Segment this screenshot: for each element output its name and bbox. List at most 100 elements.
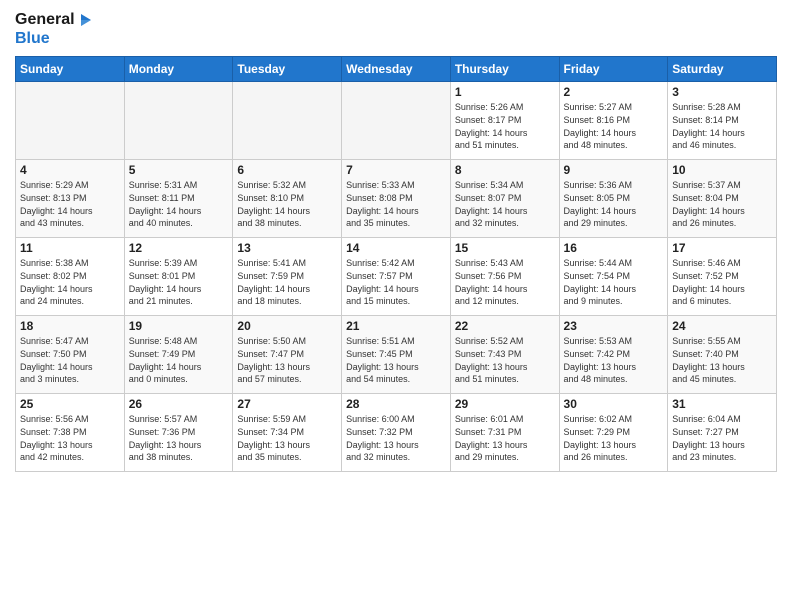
day-info: Sunrise: 5:31 AM Sunset: 8:11 PM Dayligh… (129, 179, 229, 229)
table-row: 13Sunrise: 5:41 AM Sunset: 7:59 PM Dayli… (233, 238, 342, 316)
table-row: 21 Sunrise: 5:51 AM Sunset: 7:45 PM Dayli… (342, 316, 451, 394)
table-row: 17Sunrise: 5:46 AM Sunset: 7:52 PM Dayli… (668, 238, 777, 316)
day-info: Sunrise: 6:00 AM Sunset: 7:32 PM Dayligh… (346, 413, 446, 463)
calendar-table: Sunday Monday Tuesday Wednesday Thursday… (15, 56, 777, 472)
day-info: Sunrise: 5:26 AM Sunset: 8:17 PM Dayligh… (455, 101, 555, 151)
table-row: 31Sunrise: 6:04 AM Sunset: 7:27 PM Dayli… (668, 394, 777, 472)
table-row: 5 Sunrise: 5:31 AM Sunset: 8:11 PM Daylig… (124, 160, 233, 238)
table-row: 25 Sunrise: 5:56 AM Sunset: 7:38 PM Dayli… (16, 394, 125, 472)
day-number: 21 (346, 319, 446, 333)
logo: General Blue (15, 10, 95, 48)
day-info: Sunrise: 5:51 AM Sunset: 7:45 PM Dayligh… (346, 335, 446, 385)
day-info: Sunrise: 5:57 AM Sunset: 7:36 PM Dayligh… (129, 413, 229, 463)
table-row: 18 Sunrise: 5:47 AM Sunset: 7:50 PM Dayli… (16, 316, 125, 394)
table-row: 27 Sunrise: 5:59 AM Sunset: 7:34 PM Dayli… (233, 394, 342, 472)
calendar-week-row: 25 Sunrise: 5:56 AM Sunset: 7:38 PM Dayli… (16, 394, 777, 472)
weekday-header-row: Sunday Monday Tuesday Wednesday Thursday… (16, 57, 777, 82)
table-row: 29Sunrise: 6:01 AM Sunset: 7:31 PM Dayli… (450, 394, 559, 472)
table-row: 24 Sunrise: 5:55 AM Sunset: 7:40 PM Dayli… (668, 316, 777, 394)
header-wednesday: Wednesday (342, 57, 451, 82)
day-info: Sunrise: 6:01 AM Sunset: 7:31 PM Dayligh… (455, 413, 555, 463)
header: General Blue (15, 10, 777, 48)
day-info: Sunrise: 5:32 AM Sunset: 8:10 PM Dayligh… (237, 179, 337, 229)
header-saturday: Saturday (668, 57, 777, 82)
header-sunday: Sunday (16, 57, 125, 82)
day-info: Sunrise: 5:52 AM Sunset: 7:43 PM Dayligh… (455, 335, 555, 385)
logo-arrow-icon (77, 11, 95, 29)
day-number: 25 (20, 397, 120, 411)
header-thursday: Thursday (450, 57, 559, 82)
table-row (342, 82, 451, 160)
day-number: 16 (564, 241, 664, 255)
day-number: 28 (346, 397, 446, 411)
table-row: 9 Sunrise: 5:36 AM Sunset: 8:05 PM Daylig… (559, 160, 668, 238)
day-number: 6 (237, 163, 337, 177)
day-number: 12 (129, 241, 229, 255)
day-number: 11 (20, 241, 120, 255)
day-info: Sunrise: 5:37 AM Sunset: 8:04 PM Dayligh… (672, 179, 772, 229)
day-number: 26 (129, 397, 229, 411)
table-row: 12 Sunrise: 5:39 AM Sunset: 8:01 PM Dayli… (124, 238, 233, 316)
day-number: 15 (455, 241, 555, 255)
table-row: 23Sunrise: 5:53 AM Sunset: 7:42 PM Dayli… (559, 316, 668, 394)
table-row: 22 Sunrise: 5:52 AM Sunset: 7:43 PM Dayli… (450, 316, 559, 394)
day-number: 3 (672, 85, 772, 99)
table-row: 11 Sunrise: 5:38 AM Sunset: 8:02 PM Dayli… (16, 238, 125, 316)
day-number: 5 (129, 163, 229, 177)
day-info: Sunrise: 5:46 AM Sunset: 7:52 PM Dayligh… (672, 257, 772, 307)
logo-blue: Blue (15, 29, 95, 48)
table-row: 20Sunrise: 5:50 AM Sunset: 7:47 PM Dayli… (233, 316, 342, 394)
day-info: Sunrise: 5:44 AM Sunset: 7:54 PM Dayligh… (564, 257, 664, 307)
day-info: Sunrise: 5:27 AM Sunset: 8:16 PM Dayligh… (564, 101, 664, 151)
header-friday: Friday (559, 57, 668, 82)
day-number: 9 (564, 163, 664, 177)
table-row: 10Sunrise: 5:37 AM Sunset: 8:04 PM Dayli… (668, 160, 777, 238)
day-info: Sunrise: 5:33 AM Sunset: 8:08 PM Dayligh… (346, 179, 446, 229)
day-number: 30 (564, 397, 664, 411)
day-info: Sunrise: 5:59 AM Sunset: 7:34 PM Dayligh… (237, 413, 337, 463)
day-info: Sunrise: 5:38 AM Sunset: 8:02 PM Dayligh… (20, 257, 120, 307)
table-row: 1 Sunrise: 5:26 AM Sunset: 8:17 PM Daylig… (450, 82, 559, 160)
day-number: 24 (672, 319, 772, 333)
table-row: 6 Sunrise: 5:32 AM Sunset: 8:10 PM Daylig… (233, 160, 342, 238)
day-info: Sunrise: 5:47 AM Sunset: 7:50 PM Dayligh… (20, 335, 120, 385)
day-number: 4 (20, 163, 120, 177)
day-info: Sunrise: 5:43 AM Sunset: 7:56 PM Dayligh… (455, 257, 555, 307)
table-row: 4 Sunrise: 5:29 AM Sunset: 8:13 PM Daylig… (16, 160, 125, 238)
header-tuesday: Tuesday (233, 57, 342, 82)
day-number: 23 (564, 319, 664, 333)
table-row: 30 Sunrise: 6:02 AM Sunset: 7:29 PM Dayli… (559, 394, 668, 472)
calendar-week-row: 18 Sunrise: 5:47 AM Sunset: 7:50 PM Dayli… (16, 316, 777, 394)
day-info: Sunrise: 6:04 AM Sunset: 7:27 PM Dayligh… (672, 413, 772, 463)
day-info: Sunrise: 5:39 AM Sunset: 8:01 PM Dayligh… (129, 257, 229, 307)
table-row: 26 Sunrise: 5:57 AM Sunset: 7:36 PM Dayli… (124, 394, 233, 472)
logo-general: General (15, 10, 75, 29)
day-number: 1 (455, 85, 555, 99)
calendar-week-row: 11 Sunrise: 5:38 AM Sunset: 8:02 PM Dayli… (16, 238, 777, 316)
day-info: Sunrise: 5:36 AM Sunset: 8:05 PM Dayligh… (564, 179, 664, 229)
day-number: 27 (237, 397, 337, 411)
table-row (233, 82, 342, 160)
table-row: 28 Sunrise: 6:00 AM Sunset: 7:32 PM Dayli… (342, 394, 451, 472)
table-row (16, 82, 125, 160)
day-number: 20 (237, 319, 337, 333)
table-row: 8Sunrise: 5:34 AM Sunset: 8:07 PM Daylig… (450, 160, 559, 238)
calendar-week-row: 1 Sunrise: 5:26 AM Sunset: 8:17 PM Daylig… (16, 82, 777, 160)
day-info: Sunrise: 5:42 AM Sunset: 7:57 PM Dayligh… (346, 257, 446, 307)
day-number: 7 (346, 163, 446, 177)
day-number: 2 (564, 85, 664, 99)
header-monday: Monday (124, 57, 233, 82)
table-row: 7 Sunrise: 5:33 AM Sunset: 8:08 PM Daylig… (342, 160, 451, 238)
calendar-week-row: 4 Sunrise: 5:29 AM Sunset: 8:13 PM Daylig… (16, 160, 777, 238)
day-info: Sunrise: 6:02 AM Sunset: 7:29 PM Dayligh… (564, 413, 664, 463)
table-row: 3Sunrise: 5:28 AM Sunset: 8:14 PM Daylig… (668, 82, 777, 160)
table-row: 2 Sunrise: 5:27 AM Sunset: 8:16 PM Daylig… (559, 82, 668, 160)
calendar-page: General Blue Sunday Monday Tuesday Wedne… (0, 0, 792, 612)
day-info: Sunrise: 5:55 AM Sunset: 7:40 PM Dayligh… (672, 335, 772, 385)
day-info: Sunrise: 5:48 AM Sunset: 7:49 PM Dayligh… (129, 335, 229, 385)
day-number: 22 (455, 319, 555, 333)
day-info: Sunrise: 5:29 AM Sunset: 8:13 PM Dayligh… (20, 179, 120, 229)
day-number: 18 (20, 319, 120, 333)
day-info: Sunrise: 5:56 AM Sunset: 7:38 PM Dayligh… (20, 413, 120, 463)
table-row: 15 Sunrise: 5:43 AM Sunset: 7:56 PM Dayli… (450, 238, 559, 316)
